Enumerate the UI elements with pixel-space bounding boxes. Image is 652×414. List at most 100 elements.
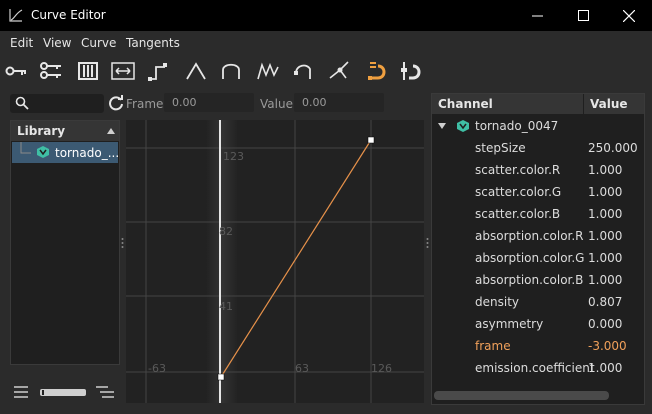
right-splitter[interactable] xyxy=(426,237,429,249)
channel-row[interactable]: emission.coefficient 1.000 xyxy=(432,357,644,379)
maximize-button[interactable] xyxy=(560,0,606,31)
channel-name: absorption.color.G xyxy=(475,251,585,265)
spline-tangent-button[interactable] xyxy=(255,57,281,85)
volume-asset-icon xyxy=(457,120,469,132)
channel-value[interactable]: 250.000 xyxy=(588,141,638,155)
toolbar xyxy=(0,55,652,87)
keys-button[interactable] xyxy=(38,57,64,85)
channel-row[interactable]: scatter.color.B 1.000 xyxy=(432,203,644,225)
columns-button[interactable] xyxy=(75,57,101,85)
channel-row[interactable]: density 0.807 xyxy=(432,291,644,313)
minimize-button[interactable] xyxy=(514,0,560,31)
tree-view-icon[interactable] xyxy=(96,386,114,398)
value-snap-icon xyxy=(401,62,421,80)
menu-tangents[interactable]: Tangents xyxy=(126,36,180,50)
value-snap-button[interactable] xyxy=(398,57,424,85)
channel-value[interactable]: 1.000 xyxy=(588,229,622,243)
channel-value[interactable]: 1.000 xyxy=(588,361,622,375)
frame-field-value: 0.00 xyxy=(172,96,197,109)
search-icon xyxy=(15,96,29,110)
channel-row[interactable]: absorption.color.R 1.000 xyxy=(432,225,644,247)
keyframe-point-end[interactable] xyxy=(367,136,375,144)
fit-horizontal-icon xyxy=(111,62,135,80)
close-button[interactable] xyxy=(606,0,652,31)
channel-row[interactable]: asymmetry 0.000 xyxy=(432,313,644,335)
library-header[interactable]: Library xyxy=(11,121,119,141)
step-tangent-icon xyxy=(148,63,167,81)
channel-name: frame xyxy=(475,339,511,353)
menu-view[interactable]: View xyxy=(43,36,71,50)
smooth-tangent-button[interactable] xyxy=(218,57,244,85)
value-label: Value xyxy=(260,97,293,111)
broken-tangent-icon xyxy=(329,61,349,79)
expand-arrow-icon[interactable] xyxy=(438,123,446,129)
y-label-82: 82 xyxy=(219,225,233,238)
menu-edit[interactable]: Edit xyxy=(10,36,33,50)
refresh-icon[interactable] xyxy=(108,95,124,111)
window-title: Curve Editor xyxy=(31,8,106,22)
library-header-label: Library xyxy=(17,124,66,138)
free-tangent-icon xyxy=(294,64,311,79)
channel-value[interactable]: 1.000 xyxy=(588,251,622,265)
grid-lines xyxy=(126,120,424,403)
maximize-icon xyxy=(577,10,589,21)
menu-curve[interactable]: Curve xyxy=(81,36,116,50)
channel-root-label: tornado_0047 xyxy=(475,119,559,133)
linear-tangent-icon xyxy=(186,62,206,80)
channel-name: emission.coefficient xyxy=(475,361,595,375)
channel-row[interactable]: frame -3.000 xyxy=(432,335,644,357)
library-tree: Library tornado_... xyxy=(10,120,120,365)
channel-row[interactable]: scatter.color.R 1.000 xyxy=(432,159,644,181)
search-input[interactable] xyxy=(10,94,104,113)
magnet-snap-button[interactable] xyxy=(363,57,389,85)
key-button[interactable] xyxy=(3,57,29,85)
channel-row[interactable]: absorption.color.B 1.000 xyxy=(432,269,644,291)
library-item-label: tornado_... xyxy=(55,146,120,160)
x-label-126: 126 xyxy=(371,362,392,375)
value-column-header[interactable]: Value xyxy=(590,97,628,111)
magnet-snap-icon xyxy=(368,62,386,80)
channel-value[interactable]: 1.000 xyxy=(588,207,622,221)
channel-root-row[interactable]: tornado_0047 xyxy=(432,115,644,137)
list-view-icon[interactable] xyxy=(14,386,28,398)
free-tangent-button[interactable] xyxy=(291,57,317,85)
channel-value[interactable]: 1.000 xyxy=(588,273,622,287)
zoom-slider-handle[interactable] xyxy=(42,390,44,395)
title-bar: Curve Editor xyxy=(0,0,652,31)
keys-icon xyxy=(40,62,61,79)
x-label-neg63: -63 xyxy=(148,362,166,375)
x-label-63: 63 xyxy=(295,362,309,375)
fit-horizontal-button[interactable] xyxy=(110,57,136,85)
curve-segment[interactable] xyxy=(220,139,372,378)
channel-value[interactable]: -3.000 xyxy=(588,339,627,353)
value-field[interactable]: 0.00 xyxy=(294,93,384,112)
curve-graph[interactable]: 123 82 41 -63 63 126 xyxy=(126,120,424,403)
close-icon xyxy=(623,9,635,22)
keyframe-point-start[interactable] xyxy=(217,373,225,381)
y-label-41: 41 xyxy=(219,300,233,313)
channel-name: density xyxy=(475,295,519,309)
channel-name: absorption.color.R xyxy=(475,229,584,243)
left-splitter[interactable] xyxy=(121,237,124,249)
frame-field[interactable]: 0.00 xyxy=(164,93,254,112)
channel-value[interactable]: 0.807 xyxy=(588,295,622,309)
key-icon xyxy=(5,66,26,76)
channel-row[interactable]: stepSize 250.000 xyxy=(432,137,644,159)
channel-value[interactable]: 1.000 xyxy=(588,163,622,177)
step-tangent-button[interactable] xyxy=(145,57,171,85)
channel-value[interactable]: 1.000 xyxy=(588,185,622,199)
channel-row[interactable]: absorption.color.G 1.000 xyxy=(432,247,644,269)
zoom-slider[interactable] xyxy=(40,389,86,396)
linear-tangent-button[interactable] xyxy=(183,57,209,85)
spline-tangent-icon xyxy=(257,62,279,80)
library-item-tornado[interactable]: tornado_... xyxy=(12,142,120,163)
library-panel: Library tornado_... xyxy=(8,90,123,406)
broken-tangent-button[interactable] xyxy=(327,57,353,85)
channel-row[interactable]: scatter.color.G 1.000 xyxy=(432,181,644,203)
channel-value[interactable]: 0.000 xyxy=(588,317,622,331)
channel-column-header[interactable]: Channel xyxy=(438,97,493,111)
curve-graph-canvas[interactable]: 123 82 41 -63 63 126 xyxy=(126,120,424,403)
smooth-tangent-icon xyxy=(222,63,240,79)
channel-horizontal-scrollbar[interactable] xyxy=(434,391,609,400)
volume-asset-icon xyxy=(37,146,49,158)
